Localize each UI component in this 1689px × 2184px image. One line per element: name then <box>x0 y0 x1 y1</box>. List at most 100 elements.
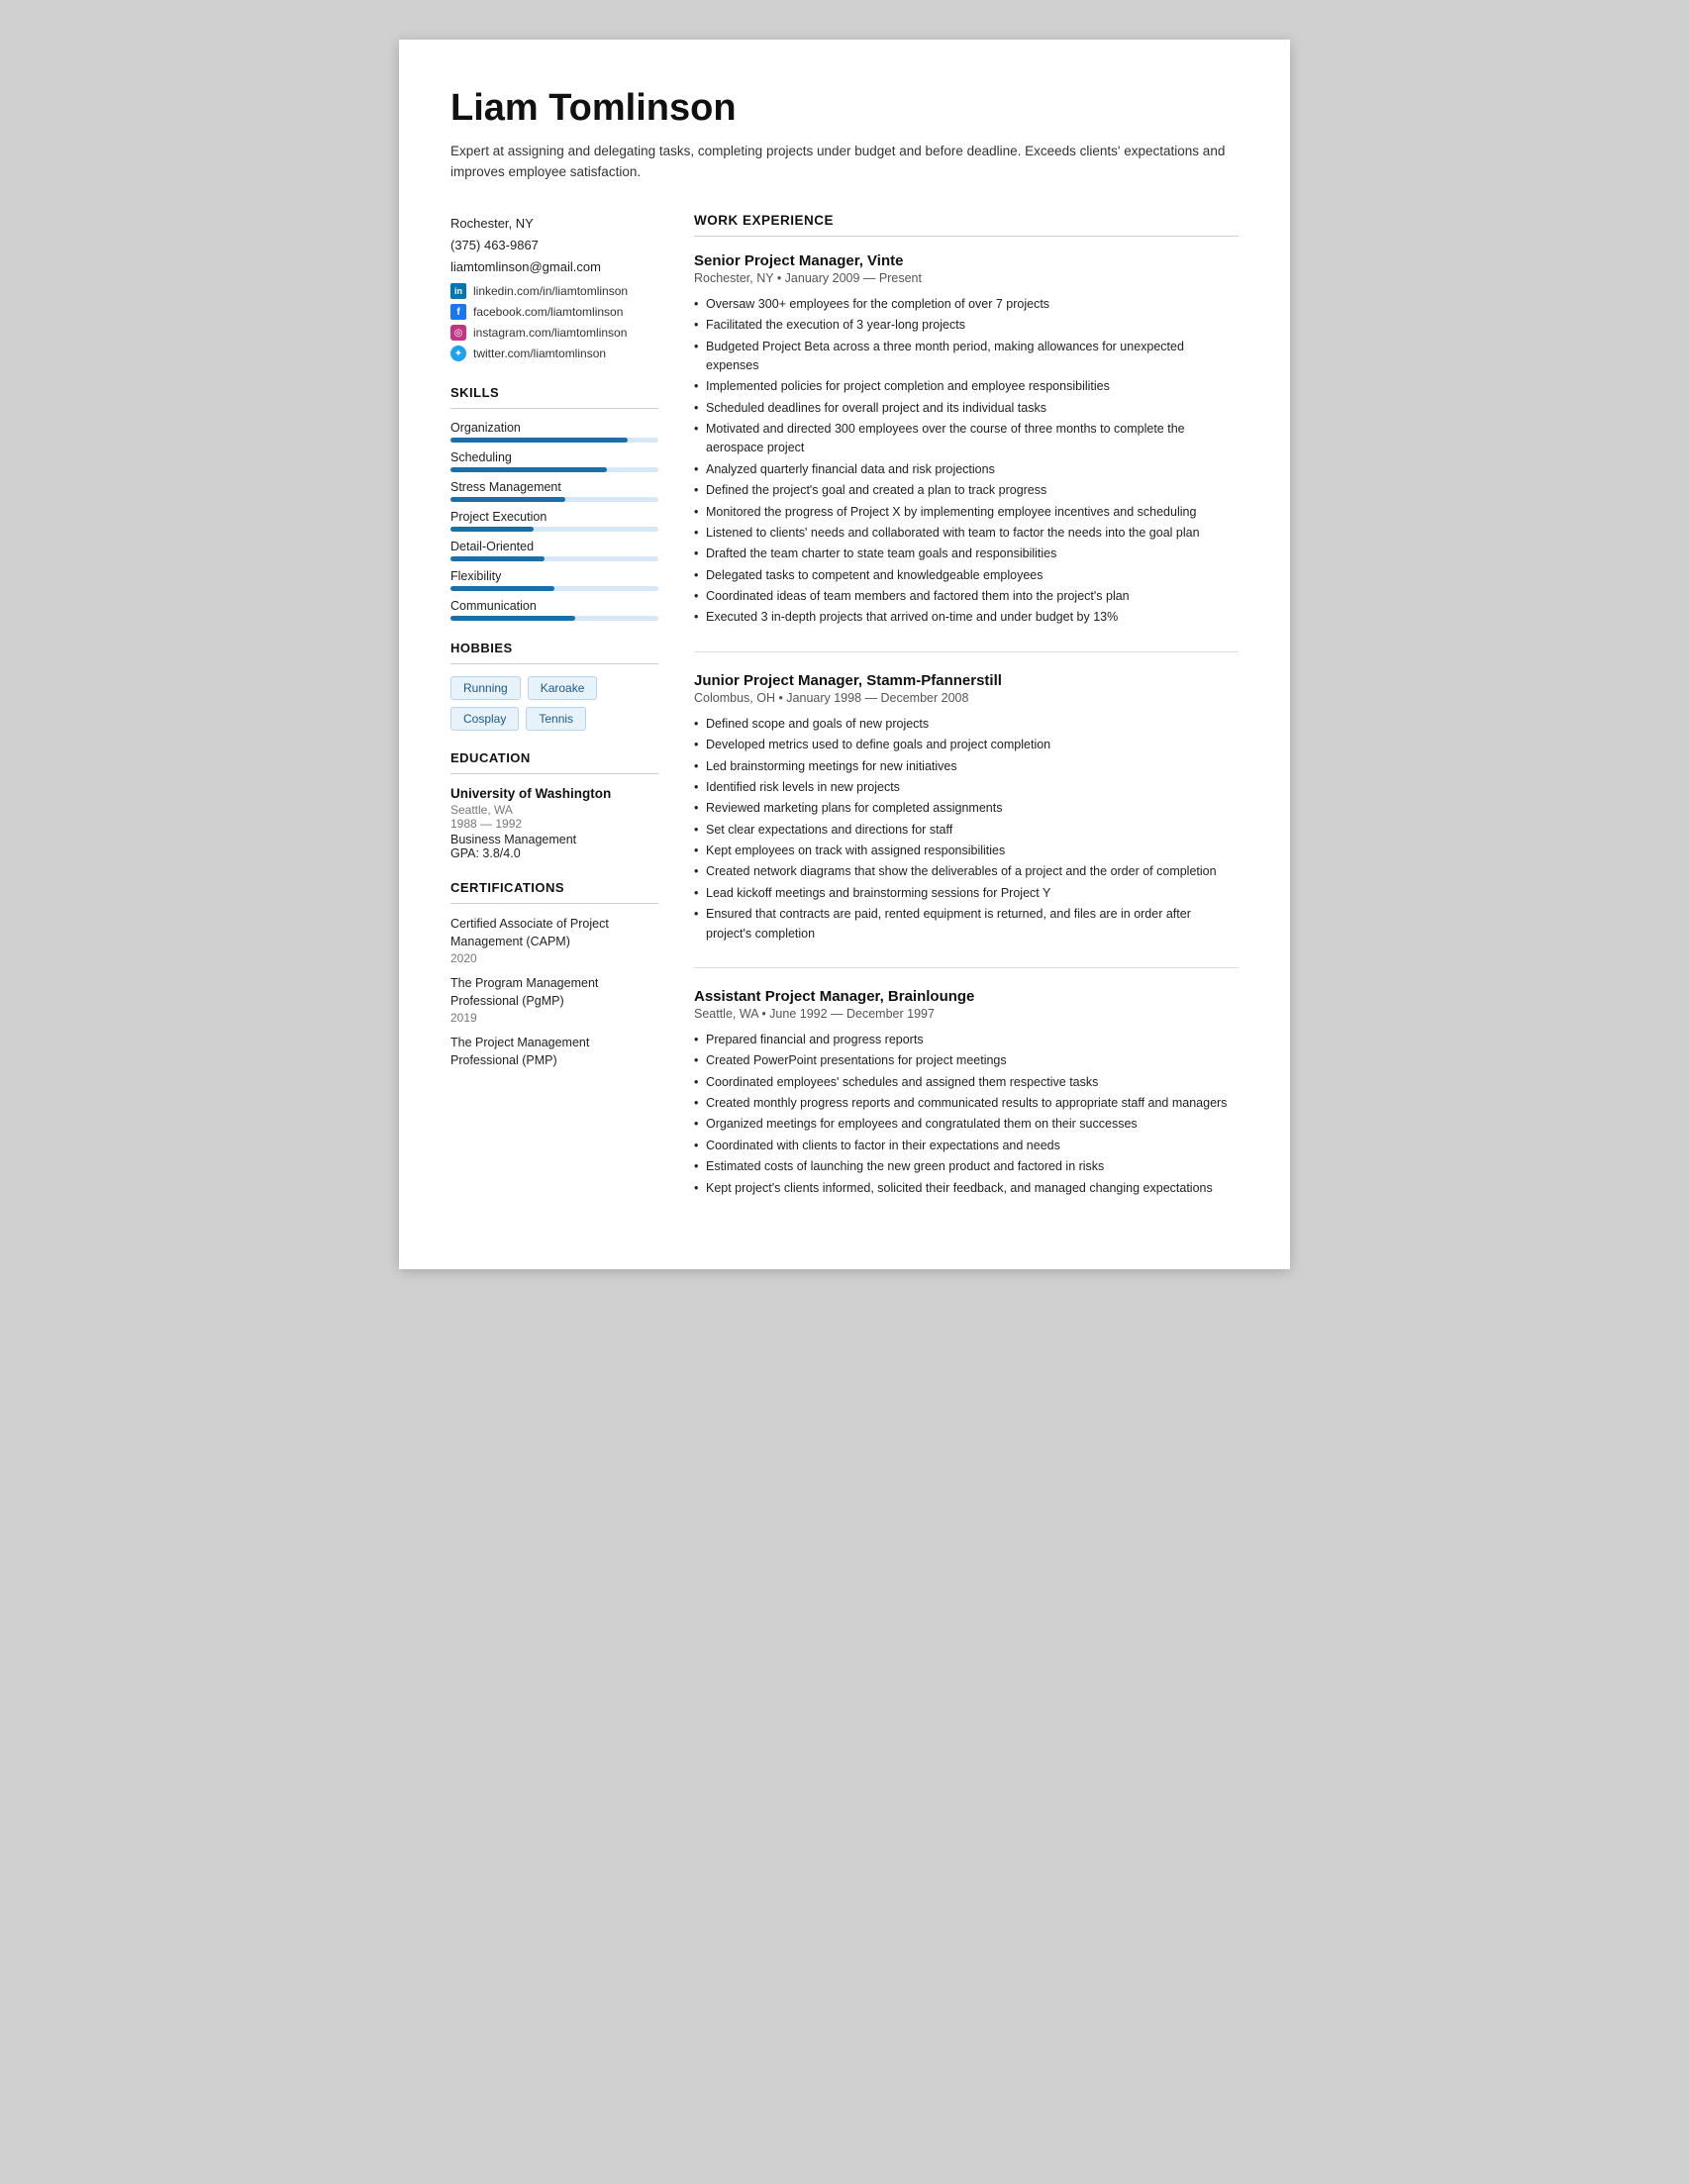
job-bullet: Estimated costs of launching the new gre… <box>694 1157 1239 1176</box>
job-bullet: Led brainstorming meetings for new initi… <box>694 757 1239 776</box>
skill-bar-bg <box>450 527 658 532</box>
work-divider <box>694 236 1239 237</box>
job-block: Assistant Project Manager, Brainlounge S… <box>694 988 1239 1198</box>
job-bullet: Prepared financial and progress reports <box>694 1031 1239 1049</box>
skill-label: Scheduling <box>450 450 658 464</box>
certifications-list: Certified Associate of Project Managemen… <box>450 916 658 1069</box>
linkedin-label: linkedin.com/in/liamtomlinson <box>473 284 628 298</box>
job-title: Assistant Project Manager, Brainlounge <box>694 988 1239 1005</box>
social-facebook: f facebook.com/liamtomlinson <box>450 304 658 320</box>
resume-page: Liam Tomlinson Expert at assigning and d… <box>399 40 1290 1269</box>
instagram-icon: ◎ <box>450 325 466 341</box>
job-bullet: Coordinated with clients to factor in th… <box>694 1137 1239 1155</box>
education-section: EDUCATION University of Washington Seatt… <box>450 750 658 860</box>
candidate-name: Liam Tomlinson <box>450 87 1239 130</box>
left-column: Rochester, NY (375) 463-9867 liamtomlins… <box>450 213 658 1222</box>
job-bullet: Motivated and directed 300 employees ove… <box>694 420 1239 458</box>
job-bullet: Developed metrics used to define goals a… <box>694 736 1239 754</box>
social-twitter: ✦ twitter.com/liamtomlinson <box>450 346 658 361</box>
job-meta: Seattle, WA • June 1992 — December 1997 <box>694 1007 1239 1021</box>
contact-location: Rochester, NY <box>450 213 658 235</box>
hobbies-divider <box>450 663 658 664</box>
job-bullet: Ensured that contracts are paid, rented … <box>694 905 1239 943</box>
skill-bar-bg <box>450 497 658 502</box>
job-bullet: Oversaw 300+ employees for the completio… <box>694 295 1239 314</box>
hobby-tag: Tennis <box>526 707 586 731</box>
job-bullet: Scheduled deadlines for overall project … <box>694 399 1239 418</box>
edu-location: Seattle, WA <box>450 803 658 817</box>
social-linkedin: in linkedin.com/in/liamtomlinson <box>450 283 658 299</box>
cert-name: The Program Management Professional (PgM… <box>450 975 658 1010</box>
skill-item: Communication <box>450 599 658 621</box>
job-meta: Colombus, OH • January 1998 — December 2… <box>694 691 1239 705</box>
right-column: WORK EXPERIENCE Senior Project Manager, … <box>694 213 1239 1222</box>
job-bullets: Prepared financial and progress reports C… <box>694 1031 1239 1198</box>
job-bullet: Kept project's clients informed, solicit… <box>694 1179 1239 1198</box>
job-separator <box>694 651 1239 652</box>
skill-label: Communication <box>450 599 658 613</box>
cert-year: 2019 <box>450 1011 658 1025</box>
education-title: EDUCATION <box>450 750 658 765</box>
job-bullet: Coordinated ideas of team members and fa… <box>694 587 1239 606</box>
hobby-tags: Running Karoake Cosplay Tennis <box>450 676 658 731</box>
skill-label: Detail-Oriented <box>450 540 658 553</box>
job-bullet: Monitored the progress of Project X by i… <box>694 503 1239 522</box>
job-bullet: Lead kickoff meetings and brainstorming … <box>694 884 1239 903</box>
facebook-label: facebook.com/liamtomlinson <box>473 305 623 319</box>
job-title: Junior Project Manager, Stamm-Pfannersti… <box>694 672 1239 689</box>
linkedin-icon: in <box>450 283 466 299</box>
skill-bar-fill <box>450 438 628 443</box>
job-bullet: Executed 3 in-depth projects that arrive… <box>694 608 1239 627</box>
skill-bar-fill <box>450 556 545 561</box>
skills-list: Organization Scheduling Stress Managemen… <box>450 421 658 621</box>
main-layout: Rochester, NY (375) 463-9867 liamtomlins… <box>450 213 1239 1222</box>
skill-item: Detail-Oriented <box>450 540 658 561</box>
education-divider <box>450 773 658 774</box>
job-bullet: Drafted the team charter to state team g… <box>694 545 1239 563</box>
skill-label: Stress Management <box>450 480 658 494</box>
education-entry: University of Washington Seattle, WA 198… <box>450 786 658 860</box>
job-bullet: Analyzed quarterly financial data and ri… <box>694 460 1239 479</box>
skill-item: Project Execution <box>450 510 658 532</box>
candidate-summary: Expert at assigning and delegating tasks… <box>450 142 1239 183</box>
education-list: University of Washington Seattle, WA 198… <box>450 786 658 860</box>
hobby-tag: Cosplay <box>450 707 519 731</box>
hobby-tag: Karoake <box>528 676 598 700</box>
skill-item: Scheduling <box>450 450 658 472</box>
cert-entry: The Project Management Professional (PMP… <box>450 1035 658 1069</box>
certifications-title: CERTIFICATIONS <box>450 880 658 895</box>
job-bullet: Set clear expectations and directions fo… <box>694 821 1239 840</box>
job-separator <box>694 967 1239 968</box>
cert-entry: Certified Associate of Project Managemen… <box>450 916 658 965</box>
job-bullet: Facilitated the execution of 3 year-long… <box>694 316 1239 335</box>
hobbies-section: HOBBIES Running Karoake Cosplay Tennis <box>450 641 658 731</box>
job-bullet: Reviewed marketing plans for completed a… <box>694 799 1239 818</box>
cert-name: The Project Management Professional (PMP… <box>450 1035 658 1069</box>
cert-name: Certified Associate of Project Managemen… <box>450 916 658 950</box>
job-bullet: Kept employees on track with assigned re… <box>694 842 1239 860</box>
hobbies-title: HOBBIES <box>450 641 658 655</box>
job-bullets: Defined scope and goals of new projectsD… <box>694 715 1239 943</box>
edu-school: University of Washington <box>450 786 658 801</box>
skill-bar-bg <box>450 556 658 561</box>
contact-email: liamtomlinson@gmail.com <box>450 256 658 278</box>
job-block: Junior Project Manager, Stamm-Pfannersti… <box>694 672 1239 943</box>
job-bullets: Oversaw 300+ employees for the completio… <box>694 295 1239 628</box>
twitter-label: twitter.com/liamtomlinson <box>473 347 606 360</box>
job-bullet: Implemented policies for project complet… <box>694 377 1239 396</box>
skill-item: Flexibility <box>450 569 658 591</box>
skill-bar-bg <box>450 438 658 443</box>
skill-bar-bg <box>450 586 658 591</box>
job-bullet: Budgeted Project Beta across a three mon… <box>694 338 1239 376</box>
hobby-tag: Running <box>450 676 521 700</box>
header-block: Liam Tomlinson Expert at assigning and d… <box>450 87 1239 183</box>
job-meta: Rochester, NY • January 2009 — Present <box>694 271 1239 285</box>
edu-gpa: GPA: 3.8/4.0 <box>450 846 658 860</box>
contact-block: Rochester, NY (375) 463-9867 liamtomlins… <box>450 213 658 361</box>
job-bullet: Created monthly progress reports and com… <box>694 1094 1239 1113</box>
job-bullet: Created PowerPoint presentations for pro… <box>694 1051 1239 1070</box>
skill-bar-fill <box>450 527 534 532</box>
job-bullet: Defined the project's goal and created a… <box>694 481 1239 500</box>
skill-bar-fill <box>450 497 565 502</box>
job-title: Senior Project Manager, Vinte <box>694 252 1239 269</box>
